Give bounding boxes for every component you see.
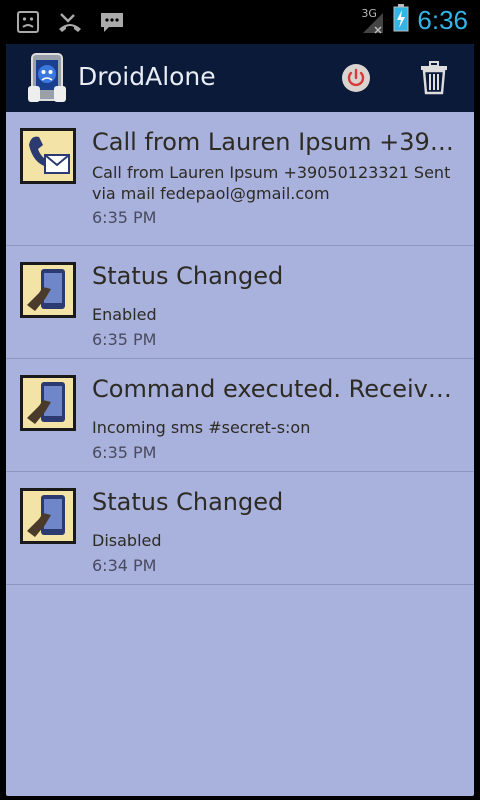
droidalone-logo-icon[interactable] [26,52,68,104]
item-body-line: via mail fedepaol@gmail.com [92,184,330,203]
phone-hand-icon [20,488,76,544]
item-time: 6:34 PM [92,556,157,575]
item-title: Command executed. Receive… [92,375,462,403]
list-item[interactable]: Status Changed Disabled 6:34 PM [6,472,474,585]
app-title: DroidAlone [78,62,216,91]
status-bar: 3G 6:36 [0,0,480,44]
item-body: Call from Lauren Ipsum +39050123321 Sent… [92,162,462,204]
sms-icon [98,8,126,36]
signal-icon: 3G [359,5,385,35]
battery-charging-icon [393,4,409,36]
list-item[interactable]: Call from Lauren Ipsum +3905… Call from … [6,112,474,246]
event-list: Call from Lauren Ipsum +3905… Call from … [6,112,474,585]
delete-all-button[interactable] [414,58,454,98]
item-time: 6:35 PM [92,330,157,349]
phone-hand-icon [20,375,76,431]
power-icon [342,64,370,92]
item-time: 6:35 PM [92,443,157,462]
list-item[interactable]: Command executed. Receive… Incoming sms … [6,359,474,472]
item-title: Status Changed [92,488,284,516]
list-item[interactable]: Status Changed Enabled 6:35 PM [6,246,474,359]
call-mail-icon [20,128,76,184]
item-title: Call from Lauren Ipsum +3905… [92,128,462,156]
app-window: DroidAlone Call from Lauren Ipsum +3905…… [6,44,474,796]
missed-call-icon [56,8,84,36]
phone-hand-icon [20,262,76,318]
item-time: 6:35 PM [92,208,157,227]
item-title: Status Changed [92,262,284,290]
item-body: Enabled [92,305,157,324]
item-body-line: Call from Lauren Ipsum +39050123321 Sent [92,163,451,182]
trash-icon [421,61,447,95]
action-bar: DroidAlone [6,44,474,112]
item-body: Disabled [92,531,162,550]
clock: 6:36 [417,4,468,35]
android-debug-icon [14,8,42,36]
power-toggle-button[interactable] [336,58,376,98]
item-body: Incoming sms #secret-s:on [92,418,311,437]
